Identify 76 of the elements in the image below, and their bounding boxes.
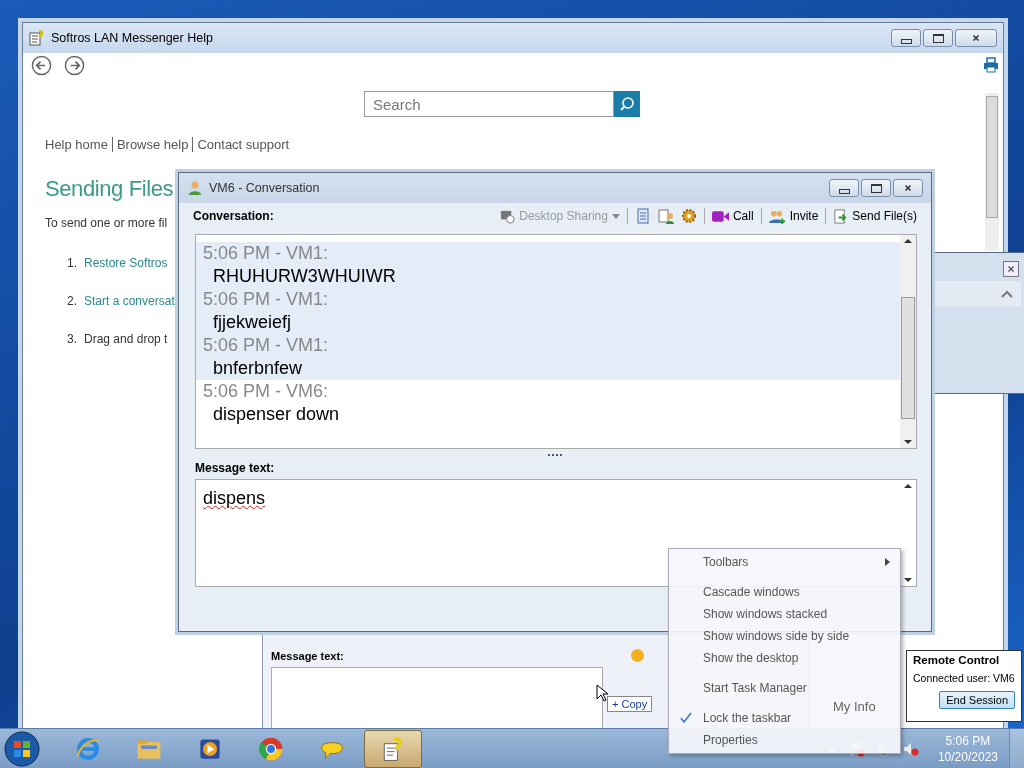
clock-time: 5:06 PM — [945, 733, 991, 749]
step-number: 3. — [67, 332, 77, 346]
muted-speaker-icon[interactable] — [902, 741, 919, 757]
message-label: Message text: — [195, 461, 276, 475]
splitter-handle[interactable] — [548, 454, 562, 456]
call-button[interactable]: Call — [711, 209, 754, 223]
message-text: bnferbnfew — [212, 357, 304, 380]
forward-icon[interactable] — [64, 54, 85, 76]
page-heading: Sending Files — [45, 176, 174, 202]
nav-link[interactable]: Help home — [45, 137, 108, 152]
chrome-icon — [257, 735, 285, 763]
cursor-icon — [596, 684, 608, 702]
gear-icon[interactable] — [680, 208, 697, 224]
help-document-icon — [29, 30, 45, 46]
step-number: 1. — [67, 256, 77, 270]
menu-item[interactable]: Toolbars — [703, 555, 749, 569]
connected-user-text: Connected user: VM6 — [913, 672, 1015, 684]
dropdown-arrow-icon — [611, 213, 620, 219]
start-button[interactable] — [4, 731, 40, 767]
message-text: dispenser down — [212, 403, 341, 426]
close-button[interactable] — [1003, 261, 1019, 277]
minimize-button[interactable] — [829, 179, 859, 197]
search-field[interactable]: Search — [364, 91, 614, 117]
menu-item[interactable]: Show the desktop — [703, 651, 799, 665]
menu-item[interactable]: Show windows side by side — [703, 629, 850, 643]
print-icon[interactable] — [983, 57, 999, 73]
step-number: 2. — [67, 294, 77, 308]
close-icon — [1006, 264, 1016, 274]
scrollbar[interactable] — [900, 235, 916, 448]
internet-explorer-icon — [74, 735, 102, 763]
back-icon[interactable] — [31, 54, 52, 76]
monitor-icon — [500, 208, 516, 224]
invite-button[interactable]: Invite — [768, 208, 819, 224]
message-text: dispens — [203, 488, 266, 509]
submenu-arrow-icon — [885, 558, 890, 566]
user-icon — [187, 180, 203, 196]
step-link[interactable]: Start a conversat — [84, 294, 175, 308]
message-header: 5:06 PM - VM1: — [203, 242, 330, 265]
maximize-button[interactable] — [861, 179, 891, 197]
user-info-icon[interactable] — [657, 208, 674, 224]
end-session-button[interactable]: End Session — [939, 691, 1015, 709]
search-button[interactable] — [614, 91, 640, 117]
drag-tooltip: + Copy — [607, 696, 653, 712]
window-title: Softros LAN Messenger Help — [51, 31, 213, 45]
scrollbar[interactable] — [985, 93, 999, 251]
my-info-button[interactable]: My Info — [833, 699, 876, 714]
conversation-label: Conversation: — [193, 209, 274, 223]
message-header: 5:06 PM - VM1: — [203, 288, 330, 311]
nav-link[interactable]: Browse help — [111, 137, 189, 152]
window-title: VM6 - Conversation — [209, 181, 320, 195]
menu-item[interactable]: Show windows stacked — [703, 607, 828, 621]
menu-item[interactable]: Properties — [703, 733, 758, 747]
menu-item[interactable]: Lock the taskbar — [703, 711, 792, 725]
menu-item[interactable]: Start Task Manager — [703, 681, 807, 695]
message-header: 5:06 PM - VM1: — [203, 334, 330, 357]
menu-item[interactable]: Cascade windows — [703, 585, 800, 599]
close-icon — [903, 183, 913, 193]
close-icon — [971, 33, 981, 43]
message-label: Message text: — [271, 650, 344, 662]
message-text: RHUHURW3WHUIWR — [212, 265, 397, 288]
send-files-button[interactable]: Send File(s) — [833, 208, 917, 224]
panel-title: Remote Control — [913, 654, 1001, 666]
message-header: 5:06 PM - VM6: — [203, 380, 330, 403]
video-camera-icon — [711, 209, 729, 223]
message-text: fjjekweiefj — [212, 311, 293, 334]
nav-link[interactable]: Contact support — [192, 137, 290, 152]
intro-text: To send one or more fil — [45, 216, 168, 230]
taskbar-button[interactable] — [364, 730, 422, 768]
step-text: Drag and drop t — [84, 332, 168, 346]
search-icon — [619, 96, 635, 112]
clock-date: 10/20/2023 — [937, 749, 998, 765]
minimize-button[interactable] — [891, 29, 921, 47]
step-link[interactable]: Restore Softros — [84, 256, 168, 270]
collapse-icon[interactable] — [1001, 290, 1013, 298]
add-users-icon — [768, 208, 786, 224]
maximize-button[interactable] — [923, 29, 953, 47]
